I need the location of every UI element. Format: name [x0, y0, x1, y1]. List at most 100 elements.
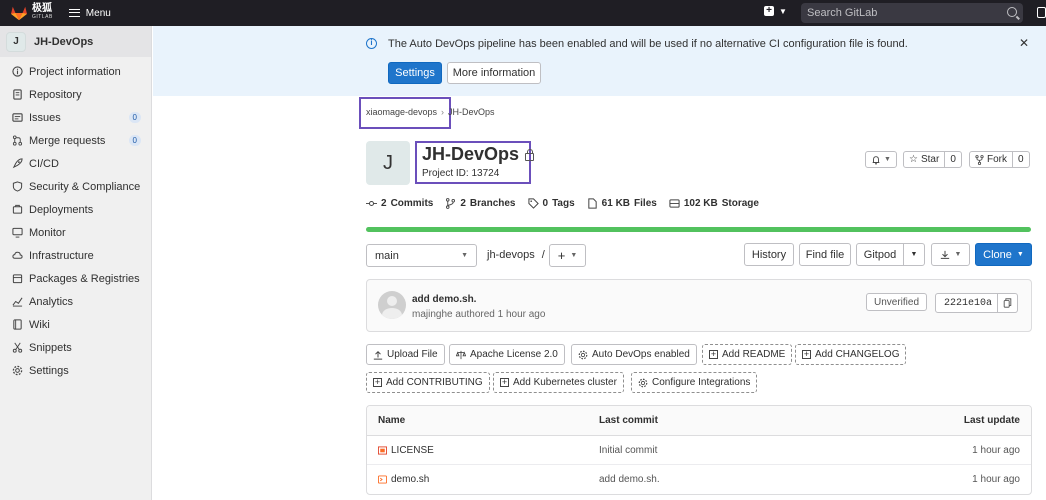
sidebar-item-infrastructure[interactable]: Infrastructure: [0, 244, 151, 267]
sidebar-item-cicd[interactable]: CI/CD: [0, 152, 151, 175]
storage-stat[interactable]: 102 KB Storage: [669, 198, 759, 209]
sidebar-project-header[interactable]: J JH-DevOps: [0, 26, 151, 57]
banner-message: The Auto DevOps pipeline has been enable…: [388, 38, 908, 50]
upload-file-label: Upload File: [387, 349, 438, 360]
search-input[interactable]: Search GitLab: [801, 3, 1023, 23]
fork-count[interactable]: 0: [1012, 152, 1029, 167]
auto-devops-label: Auto DevOps enabled: [592, 349, 690, 360]
gitpod-dropdown-button[interactable]: ▼: [903, 243, 925, 266]
history-button[interactable]: History: [744, 243, 794, 266]
sidebar-item-repository[interactable]: Repository: [0, 83, 151, 106]
upload-file-button[interactable]: Upload File: [366, 344, 445, 365]
breadcrumb: xiaomage-devops › JH-DevOps: [366, 107, 495, 117]
issues-icon: [12, 112, 23, 123]
brand-cn: 极狐: [32, 3, 52, 14]
project-stats: 2 Commits 2 Branches 0 Tags 61 KB Files 102 …: [366, 198, 759, 209]
sidebar-item-label: Infrastructure: [29, 249, 94, 262]
configure-integrations-button[interactable]: Configure Integrations: [631, 372, 758, 393]
sidebar-toggle-icon[interactable]: [1037, 7, 1046, 18]
find-file-button[interactable]: Find file: [799, 243, 851, 266]
file-updated: 1 hour ago: [972, 444, 1020, 456]
storage-icon: [669, 199, 680, 208]
sidebar-item-issues[interactable]: Issues 0: [0, 106, 151, 129]
file-name-cell[interactable]: LICENSE: [378, 436, 434, 464]
shield-icon: [12, 181, 23, 192]
merge-icon: [12, 135, 23, 146]
hamburger-icon: [68, 9, 80, 17]
gitlab-logo[interactable]: 极狐 GITLAB: [10, 3, 53, 21]
plus-square-icon: +: [764, 6, 774, 16]
sidebar-item-monitor[interactable]: Monitor: [0, 221, 151, 244]
add-changelog-button[interactable]: + Add CHANGELOG: [795, 344, 907, 365]
file-commit[interactable]: Initial commit: [599, 436, 657, 464]
sidebar-item-label: Deployments: [29, 203, 94, 216]
plus-square-icon: +: [802, 349, 811, 359]
sidebar-item-project-information[interactable]: Project information: [0, 60, 151, 83]
banner-settings-button[interactable]: Settings: [388, 62, 442, 84]
file-name-cell[interactable]: demo.sh: [378, 465, 429, 494]
last-commit-panel: add demo.sh. majinghe authored 1 hour ag…: [366, 279, 1032, 332]
download-button[interactable]: ▼: [931, 243, 970, 266]
table-row[interactable]: demo.sh add demo.sh. 1 hour ago: [367, 465, 1031, 494]
breadcrumb-project-link[interactable]: JH-DevOps: [448, 107, 495, 117]
notification-button[interactable]: ▼: [865, 151, 897, 168]
sidebar-item-merge-requests[interactable]: Merge requests 0: [0, 129, 151, 152]
repo-path-link[interactable]: jh-devops: [487, 249, 535, 261]
sidebar-item-security[interactable]: Security & Compliance: [0, 175, 151, 198]
add-readme-button[interactable]: + Add README: [702, 344, 793, 365]
fork-icon: [975, 154, 984, 165]
branch-selector[interactable]: main ▼: [366, 244, 477, 267]
sidebar-project-name: JH-DevOps: [34, 35, 94, 48]
chevron-down-icon: ▼: [779, 6, 787, 16]
close-icon[interactable]: ✕: [1019, 36, 1029, 50]
shell-file-icon: [378, 475, 387, 484]
fork-button[interactable]: Fork 0: [969, 151, 1030, 168]
brand-en: GITLAB: [32, 14, 53, 20]
license-button[interactable]: Apache License 2.0: [449, 344, 565, 365]
sidebar-item-settings[interactable]: Settings: [0, 359, 151, 382]
file-name[interactable]: LICENSE: [391, 445, 434, 456]
upload-icon: [373, 350, 383, 360]
sidebar-item-wiki[interactable]: Wiki: [0, 313, 151, 336]
gear-icon: [638, 378, 648, 387]
files-stat[interactable]: 61 KB Files: [587, 198, 657, 209]
auto-devops-button[interactable]: Auto DevOps enabled: [571, 344, 697, 365]
table-row[interactable]: LICENSE Initial commit 1 hour ago: [367, 436, 1031, 465]
chevron-down-icon: ▼: [910, 251, 918, 258]
add-contributing-button[interactable]: + Add CONTRIBUTING: [366, 372, 490, 393]
star-segment: ☆ Star: [904, 152, 944, 167]
menu-label: Menu: [85, 7, 111, 19]
commit-sha-text[interactable]: 2221e10a: [936, 298, 997, 309]
copy-icon[interactable]: [997, 294, 1017, 312]
table-header: Name Last commit Last update: [367, 406, 1031, 436]
sidebar-item-packages[interactable]: Packages & Registries: [0, 267, 151, 290]
file-name[interactable]: demo.sh: [391, 474, 429, 485]
branches-stat[interactable]: 2 Branches: [445, 198, 516, 209]
sidebar-item-label: Merge requests: [29, 134, 106, 147]
clone-button[interactable]: Clone ▼: [975, 243, 1032, 266]
tags-stat[interactable]: 0 Tags: [527, 198, 575, 209]
commit-sha: 2221e10a: [935, 293, 1018, 313]
gitpod-button[interactable]: Gitpod: [856, 243, 904, 266]
star-count[interactable]: 0: [944, 152, 961, 167]
breadcrumb-group-link[interactable]: xiaomage-devops: [366, 107, 437, 117]
commits-stat[interactable]: 2 Commits: [366, 198, 433, 209]
branches-count: 2: [460, 198, 466, 209]
branch-icon: [446, 198, 456, 209]
search-placeholder: Search GitLab: [807, 7, 878, 19]
more-information-button[interactable]: More information: [447, 62, 541, 84]
sidebar-item-analytics[interactable]: Analytics: [0, 290, 151, 313]
storage-size: 102 KB: [683, 198, 718, 209]
sidebar-item-snippets[interactable]: Snippets: [0, 336, 151, 359]
sidebar-item-label: Project information: [29, 65, 121, 78]
add-kubernetes-button[interactable]: + Add Kubernetes cluster: [493, 372, 624, 393]
file-commit[interactable]: add demo.sh.: [599, 465, 660, 494]
commit-message[interactable]: add demo.sh.: [412, 294, 476, 305]
star-button[interactable]: ☆ Star 0: [903, 151, 962, 168]
create-new-button[interactable]: + ▼: [764, 6, 787, 16]
add-to-tree-button[interactable]: + ▼: [549, 244, 586, 267]
sidebar-item-deployments[interactable]: Deployments: [0, 198, 151, 221]
avatar[interactable]: [378, 291, 406, 319]
signature-status-badge[interactable]: Unverified: [866, 293, 927, 311]
menu-button[interactable]: Menu: [68, 7, 111, 19]
